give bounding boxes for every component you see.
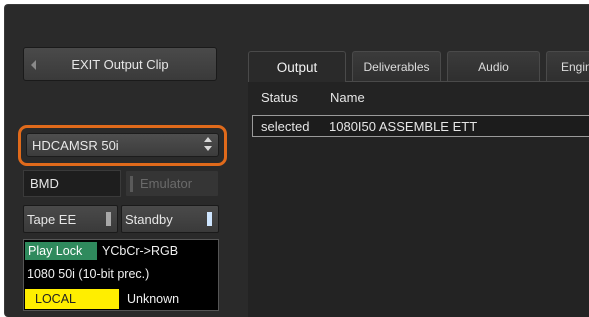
play-lock-status: Play Lock: [25, 242, 97, 260]
standby-indicator-icon: [207, 212, 212, 226]
tape-ee-toggle[interactable]: Tape EE: [23, 205, 118, 233]
deck-status-box: Play Lock YCbCr->RGB 1080 50i (10-bit pr…: [23, 239, 219, 311]
column-header-name[interactable]: Name: [330, 90, 365, 105]
standby-label: Standby: [125, 211, 173, 227]
tape-ee-indicator-icon: [106, 212, 111, 226]
tape-state-status: Unknown: [127, 292, 180, 306]
device-value: BMD: [30, 176, 59, 191]
table-row[interactable]: selected 1080I50 ASSEMBLE ETT: [252, 115, 589, 137]
output-clip-table: Status Name selected 1080I50 ASSEMBLE ET…: [248, 81, 589, 317]
emulator-indicator-icon: [130, 176, 133, 192]
tab-audio[interactable]: Audio: [447, 51, 540, 81]
emulator-button[interactable]: Emulator: [125, 170, 219, 197]
tab-output[interactable]: Output: [248, 51, 346, 82]
row-name-cell: 1080I50 ASSEMBLE ETT: [329, 119, 478, 134]
emulator-label: Emulator: [140, 176, 193, 191]
app-window: EXIT Output Clip HDCAMSR 50i BMD Emulato…: [4, 4, 589, 317]
left-arrow-icon: [31, 60, 36, 70]
color-conversion-status: YCbCr->RGB: [102, 244, 179, 258]
row-status-cell: selected: [261, 119, 310, 134]
device-field[interactable]: BMD: [23, 170, 121, 197]
output-panel: Output Deliverables Audio Engin Status N…: [243, 51, 589, 317]
up-down-spinner-icon: [204, 137, 212, 153]
tab-deliverables[interactable]: Deliverables: [352, 51, 441, 81]
format-highlight-ring: HDCAMSR 50i: [18, 125, 227, 166]
standby-toggle[interactable]: Standby: [121, 205, 219, 233]
exit-output-clip-button[interactable]: EXIT Output Clip: [23, 47, 217, 81]
video-format-value: HDCAMSR 50i: [32, 137, 119, 153]
video-format-select[interactable]: HDCAMSR 50i: [26, 133, 219, 157]
remote-mode-status: LOCAL: [25, 289, 119, 309]
column-header-status[interactable]: Status: [261, 90, 298, 105]
deck-control-panel: EXIT Output Clip HDCAMSR 50i BMD Emulato…: [5, 5, 235, 317]
tape-ee-label: Tape EE: [27, 211, 77, 227]
exit-output-clip-label: EXIT Output Clip: [71, 56, 169, 72]
video-format-status: 1080 50i (10-bit prec.): [27, 267, 150, 281]
table-header: Status Name: [248, 82, 589, 112]
tab-engine[interactable]: Engin: [546, 51, 589, 81]
